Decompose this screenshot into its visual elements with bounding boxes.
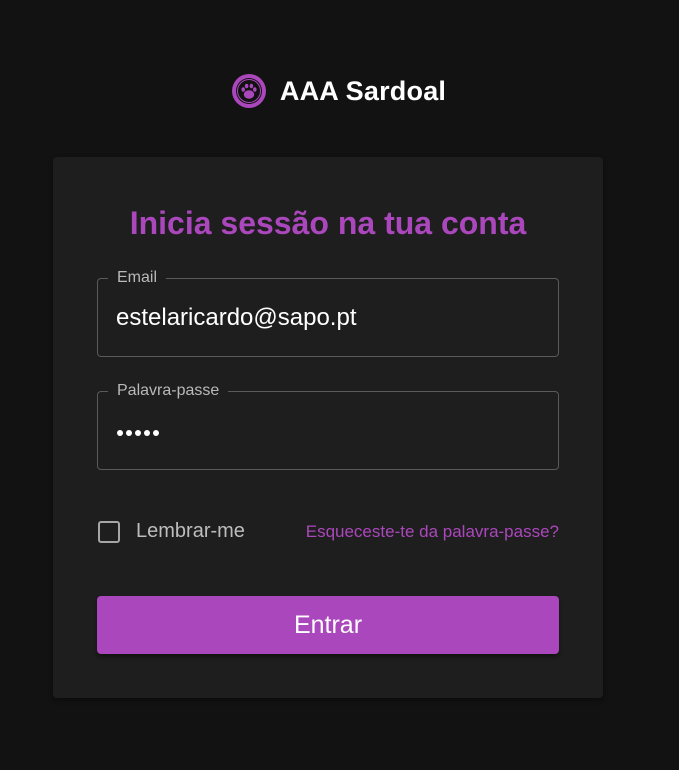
password-dot — [135, 430, 141, 436]
password-field[interactable]: Palavra-passe — [97, 382, 559, 470]
email-label: Email — [108, 269, 167, 287]
brand-name: AAA Sardoal — [279, 75, 447, 106]
remember-me-checkbox[interactable] — [98, 520, 120, 543]
page-title: Inicia sessão na tua conta — [129, 205, 527, 241]
password-dot — [144, 430, 150, 436]
email-input[interactable]: estelaricardo@sapo.pt — [116, 302, 542, 334]
password-input[interactable] — [117, 430, 159, 436]
login-button[interactable]: Entrar — [97, 596, 559, 654]
brand-header: AAA Sardoal — [0, 72, 679, 110]
forgot-password-link[interactable]: Esqueceste-te da palavra-passe? — [306, 522, 559, 542]
remember-me-label[interactable]: Lembrar-me — [136, 520, 245, 543]
password-dot — [126, 430, 132, 436]
paw-icon — [231, 74, 266, 108]
email-field[interactable]: Email estelaricardo@sapo.pt — [97, 269, 559, 357]
login-card: Inicia sessão na tua conta Email estelar… — [53, 157, 603, 698]
password-label: Palavra-passe — [108, 382, 229, 400]
password-dot — [117, 430, 123, 436]
remember-me[interactable]: Lembrar-me — [97, 520, 245, 543]
password-dot — [153, 430, 159, 436]
